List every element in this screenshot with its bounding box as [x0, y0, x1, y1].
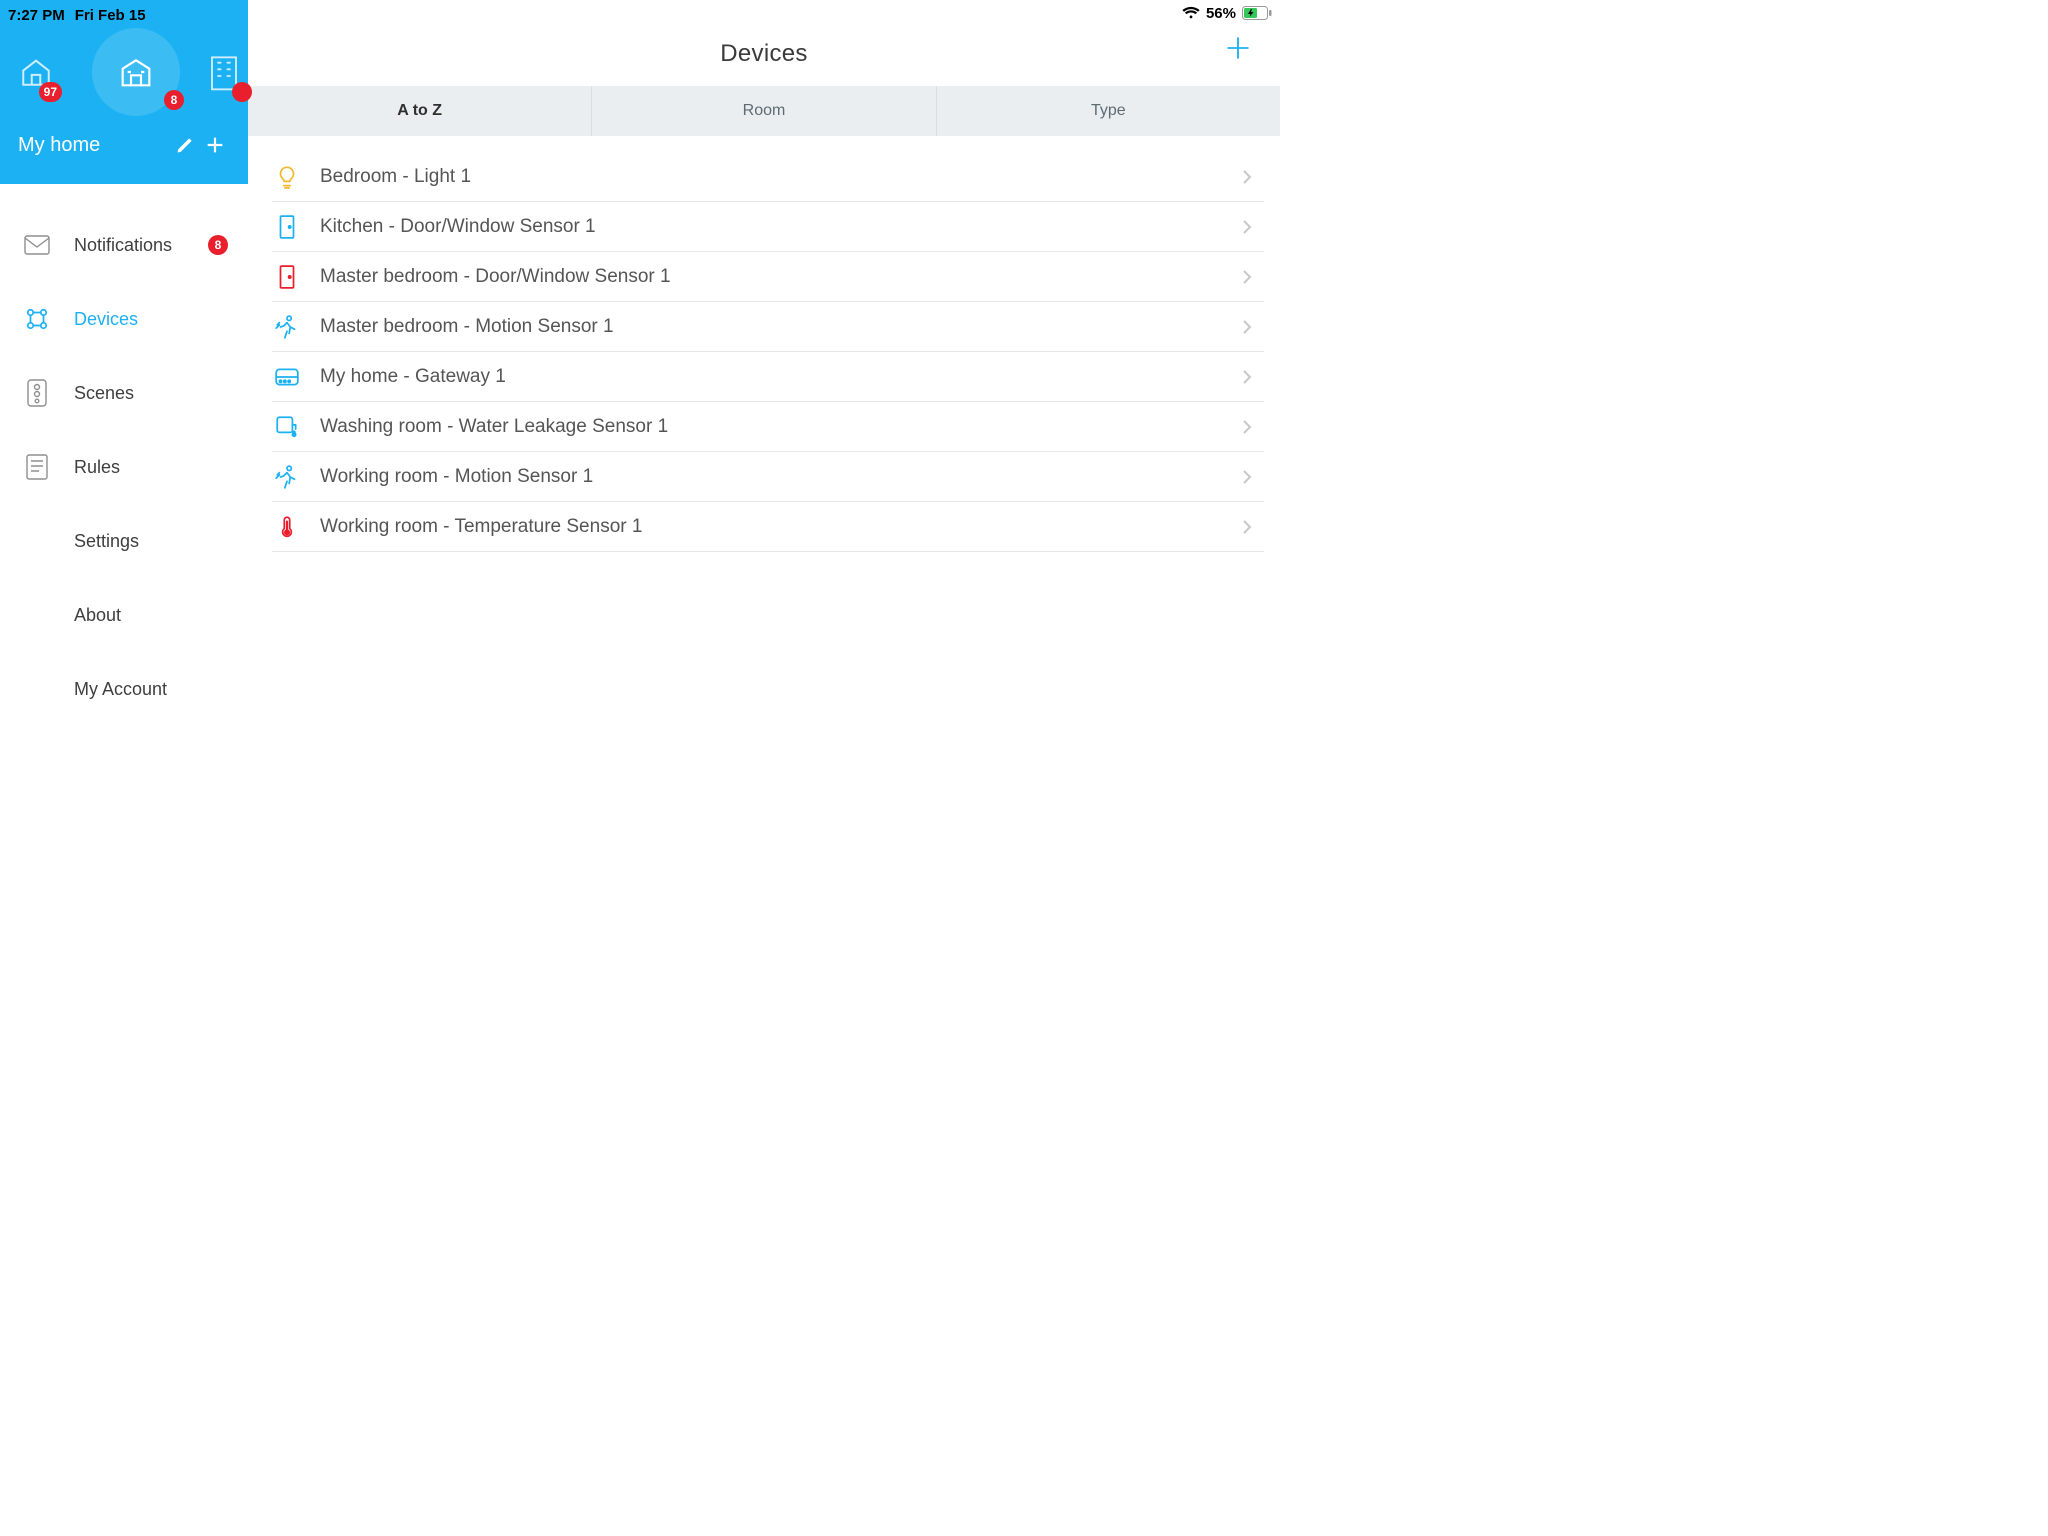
- chevron-right-icon: [1242, 369, 1252, 385]
- light-icon: [272, 164, 302, 190]
- envelope-icon: [24, 235, 50, 255]
- plus-icon: [204, 134, 226, 156]
- device-row[interactable]: Kitchen - Door/Window Sensor 1: [272, 202, 1264, 252]
- notifications-badge: 8: [208, 235, 228, 255]
- scenes-icon: [24, 379, 50, 407]
- segment-room[interactable]: Room: [592, 86, 936, 136]
- sidebar-item-label: Settings: [74, 531, 228, 552]
- sidebar-item-label: Notifications: [74, 235, 184, 256]
- device-label: Working room - Temperature Sensor 1: [320, 516, 1224, 538]
- page-title: Devices: [720, 40, 807, 68]
- statusbar-right: 56%: [248, 0, 1280, 22]
- device-row[interactable]: Bedroom - Light 1: [272, 152, 1264, 202]
- sidebar-item-label: Devices: [74, 309, 228, 330]
- rules-icon: [24, 454, 50, 480]
- motion-icon: [272, 314, 302, 340]
- sidebar-item-label: My Account: [74, 679, 228, 700]
- home-tabs: 97 8: [0, 24, 248, 120]
- device-label: Washing room - Water Leakage Sensor 1: [320, 416, 1224, 438]
- device-row[interactable]: Master bedroom - Door/Window Sensor 1: [272, 252, 1264, 302]
- chevron-right-icon: [1242, 219, 1252, 235]
- door-icon: [272, 264, 302, 290]
- status-time: 7:27 PM: [8, 7, 65, 24]
- plus-icon: [1224, 34, 1252, 62]
- device-label: Kitchen - Door/Window Sensor 1: [320, 216, 1224, 238]
- gateway-icon: [272, 364, 302, 390]
- sidebar-item-my-account[interactable]: My Account: [0, 652, 248, 726]
- sidebar-item-notifications[interactable]: Notifications 8: [0, 208, 248, 282]
- sidebar-item-label: Scenes: [74, 383, 228, 404]
- device-row[interactable]: Master bedroom - Motion Sensor 1: [272, 302, 1264, 352]
- home-tab-2[interactable]: [204, 40, 244, 104]
- edit-home-button[interactable]: [170, 130, 200, 160]
- sidebar: 7:27 PM Fri Feb 15 97 8: [0, 0, 248, 960]
- chevron-right-icon: [1242, 269, 1252, 285]
- pencil-icon: [175, 135, 195, 155]
- sidebar-item-devices[interactable]: Devices: [0, 282, 248, 356]
- home-tab-1-badge: 97: [39, 82, 62, 102]
- sidebar-item-settings[interactable]: Settings: [0, 504, 248, 578]
- chevron-right-icon: [1242, 319, 1252, 335]
- temp-icon: [272, 514, 302, 540]
- header: Devices: [248, 22, 1280, 86]
- device-row[interactable]: Working room - Temperature Sensor 1: [272, 502, 1264, 552]
- device-row[interactable]: Washing room - Water Leakage Sensor 1: [272, 402, 1264, 452]
- home-name-row: My home: [0, 120, 248, 174]
- main: 56% Devices A to Z Room Type Bedroom - L…: [248, 0, 1280, 960]
- water-icon: [272, 414, 302, 440]
- chevron-right-icon: [1242, 169, 1252, 185]
- sidebar-item-rules[interactable]: Rules: [0, 430, 248, 504]
- device-row[interactable]: Working room - Motion Sensor 1: [272, 452, 1264, 502]
- status-date: Fri Feb 15: [75, 7, 146, 24]
- sidebar-item-about[interactable]: About: [0, 578, 248, 652]
- home-tab-active-badge: 8: [164, 90, 184, 110]
- motion-icon: [272, 464, 302, 490]
- chevron-right-icon: [1242, 519, 1252, 535]
- sidebar-nav: Notifications 8 Devices Scenes Rules Set…: [0, 184, 248, 726]
- home-name: My home: [18, 134, 170, 157]
- wifi-icon: [1182, 6, 1200, 20]
- chevron-right-icon: [1242, 419, 1252, 435]
- device-label: Bedroom - Light 1: [320, 166, 1224, 188]
- home-tab-1[interactable]: 97: [4, 40, 68, 104]
- sort-segment: A to Z Room Type: [248, 86, 1280, 136]
- device-row[interactable]: My home - Gateway 1: [272, 352, 1264, 402]
- sidebar-item-label: Rules: [74, 457, 228, 478]
- sidebar-item-scenes[interactable]: Scenes: [0, 356, 248, 430]
- statusbar-left: 7:27 PM Fri Feb 15: [0, 0, 248, 24]
- device-label: Master bedroom - Door/Window Sensor 1: [320, 266, 1224, 288]
- battery-icon: [1242, 6, 1272, 20]
- building-icon: [116, 52, 156, 92]
- device-label: Master bedroom - Motion Sensor 1: [320, 316, 1224, 338]
- chevron-right-icon: [1242, 469, 1252, 485]
- sidebar-header: 7:27 PM Fri Feb 15 97 8: [0, 0, 248, 184]
- home-tab-active[interactable]: 8: [92, 28, 180, 116]
- device-list: Bedroom - Light 1 Kitchen - Door/Window S…: [248, 136, 1280, 552]
- segment-type[interactable]: Type: [937, 86, 1280, 136]
- device-label: Working room - Motion Sensor 1: [320, 466, 1224, 488]
- device-label: My home - Gateway 1: [320, 366, 1224, 388]
- battery-percent: 56%: [1206, 5, 1236, 22]
- door-icon: [272, 214, 302, 240]
- segment-a-to-z[interactable]: A to Z: [248, 86, 592, 136]
- add-device-button[interactable]: [1224, 34, 1252, 62]
- sidebar-item-label: About: [74, 605, 228, 626]
- add-home-button[interactable]: [200, 130, 230, 160]
- devices-icon: [24, 306, 50, 332]
